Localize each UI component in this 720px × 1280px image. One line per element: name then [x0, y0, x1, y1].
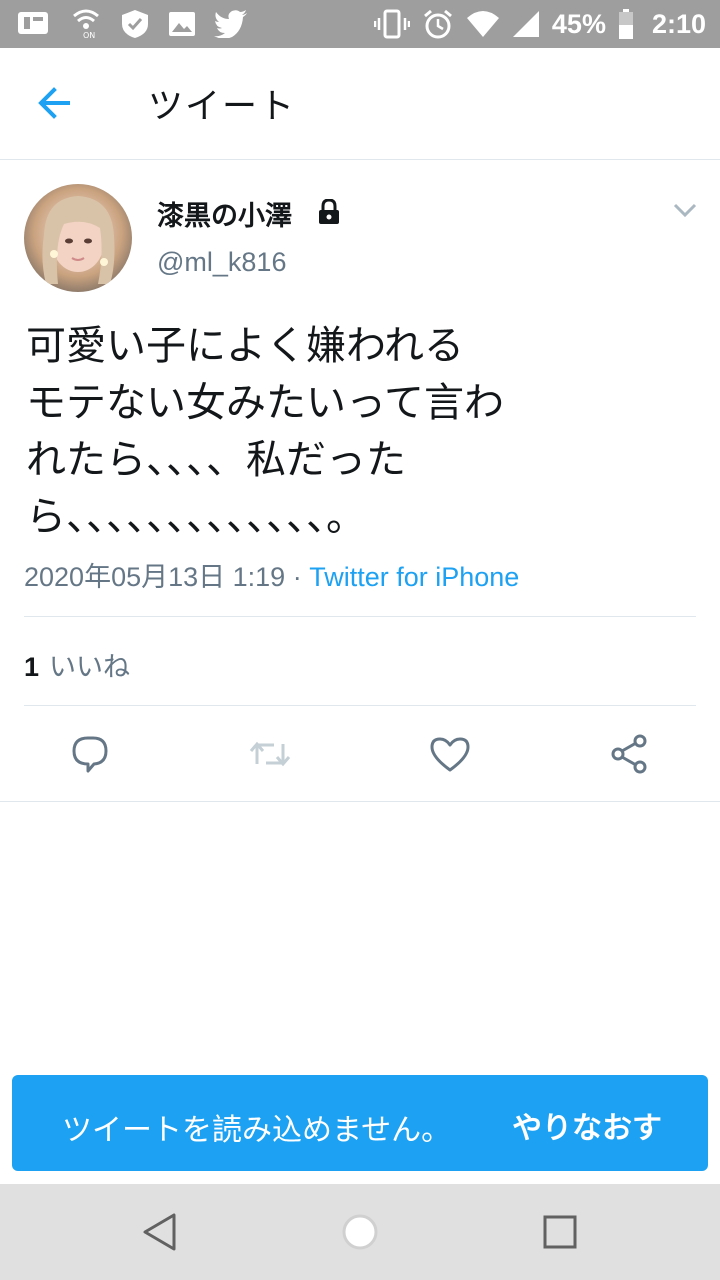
- status-bar: ON 45% 2:10: [0, 0, 720, 48]
- tweet-text-line: ら、、、、、、、、、、、、、。: [26, 494, 366, 540]
- heart-icon: [430, 737, 470, 772]
- battery-icon: [618, 8, 634, 40]
- tweet-timestamp: 2020年05月13日 1:19: [24, 562, 286, 592]
- notification-icon: [16, 8, 52, 40]
- circle-home-icon: [342, 1214, 378, 1250]
- svg-text:ON: ON: [83, 31, 95, 40]
- image-icon: [168, 10, 196, 38]
- tweet-client-link[interactable]: Twitter for iPhone: [309, 562, 519, 592]
- avatar[interactable]: [24, 184, 132, 292]
- battery-percentage: 45%: [551, 9, 606, 39]
- author-handle[interactable]: @ml_k816: [157, 247, 286, 278]
- alarm-icon: [422, 8, 454, 40]
- share-icon: [611, 734, 647, 774]
- tweet-meta: 2020年05月13日 1:19 · Twitter for iPhone: [24, 555, 519, 594]
- divider: [0, 801, 720, 802]
- home-nav-button[interactable]: [336, 1208, 384, 1256]
- back-nav-button[interactable]: [136, 1208, 184, 1256]
- share-button[interactable]: [606, 730, 654, 778]
- signal-icon: [512, 10, 540, 38]
- likes-label: いいね: [49, 652, 131, 683]
- snackbar-message: ツイートを読み込めません。: [62, 1113, 452, 1148]
- tweet-text-line: 可愛い子によく嫌われる: [26, 323, 464, 369]
- tweet-text-line: モテない女みたいって言わ: [26, 380, 504, 426]
- retry-button[interactable]: やりなおす: [512, 1103, 662, 1147]
- tweet-text: 可愛い子によく嫌われる モテない女みたいって言わ れたら、、、、私だった ら、、…: [26, 318, 666, 546]
- vibrate-icon: [373, 8, 410, 40]
- wifi-icon: [466, 10, 500, 38]
- shield-icon: [120, 8, 150, 40]
- meta-separator: ·: [285, 562, 310, 592]
- retweet-icon: [249, 741, 291, 767]
- like-button[interactable]: [426, 730, 474, 778]
- twitter-icon: [214, 10, 248, 38]
- app-bar: ツイート: [0, 48, 720, 160]
- lock-icon: [316, 198, 342, 229]
- triangle-back-icon: [143, 1213, 176, 1251]
- navigation-bar: [0, 1184, 720, 1280]
- back-button[interactable]: [30, 81, 80, 125]
- wifi-calling-icon: ON: [70, 8, 102, 40]
- tweet-options-button[interactable]: [670, 200, 700, 224]
- tweet-text-line: れたら、、、、私だった: [26, 437, 406, 483]
- arrow-left-icon: [38, 87, 70, 119]
- chevron-down-icon: [673, 203, 697, 218]
- divider: [24, 616, 696, 617]
- likes-count: 1: [24, 652, 40, 682]
- page-title: ツイート: [148, 87, 297, 127]
- divider: [24, 705, 696, 706]
- likes-summary[interactable]: 1 いいね: [24, 645, 130, 684]
- reply-icon: [72, 736, 108, 773]
- recents-nav-button[interactable]: [536, 1208, 584, 1256]
- square-recents-icon: [543, 1215, 577, 1249]
- retweet-button[interactable]: [246, 730, 294, 778]
- error-snackbar: ツイートを読み込めません。 やりなおす: [12, 1075, 708, 1171]
- reply-button[interactable]: [66, 730, 114, 778]
- author-name[interactable]: 漆黒の小澤: [157, 194, 292, 233]
- clock: 2:10: [651, 9, 706, 39]
